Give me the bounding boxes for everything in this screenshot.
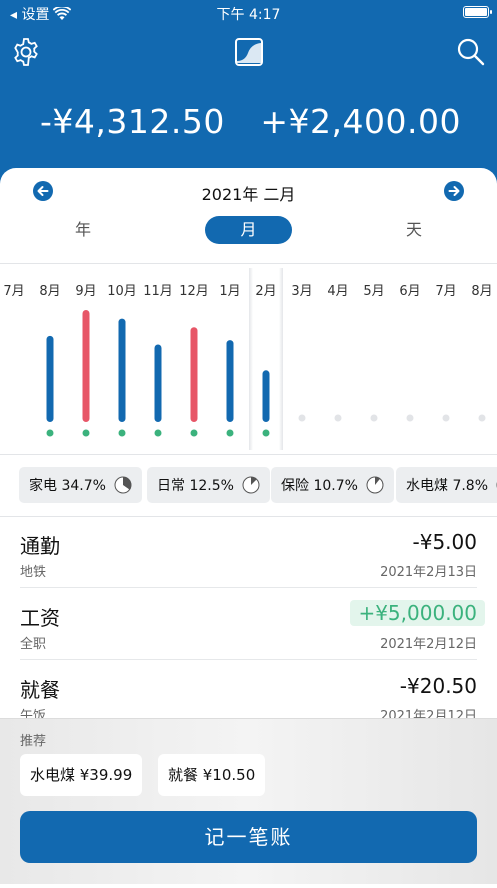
tab-year[interactable]: 年 (40, 216, 126, 244)
category-chip[interactable]: 家电 34.7% (19, 467, 142, 503)
chart-dot-empty (298, 414, 306, 422)
transaction-subtitle: 全职 (20, 637, 47, 652)
chart-dot (154, 429, 162, 437)
divider (0, 454, 497, 455)
chart-dot-empty (406, 414, 414, 422)
period-title: 2021年 二月 (201, 185, 296, 204)
search-icon[interactable] (455, 36, 487, 68)
transaction-date: 2021年2月13日 (380, 565, 477, 580)
category-chip[interactable]: 水电煤 7.8% (396, 467, 497, 503)
status-time: 下午 4:17 (216, 7, 281, 23)
chart-dot (118, 429, 126, 437)
category-chip[interactable]: 保险 10.7% (271, 467, 394, 503)
category-chip-label: 家电 34.7% (29, 478, 106, 494)
tab-month[interactable]: 月 (205, 216, 292, 244)
chart-month-label: 8月 (471, 284, 492, 299)
category-chip[interactable]: 日常 12.5% (147, 467, 270, 503)
chart-dot-empty (370, 414, 378, 422)
category-chip-label: 水电煤 7.8% (406, 478, 489, 494)
chart-bar (226, 340, 234, 422)
chart-dot (262, 429, 270, 437)
pie-icon (242, 476, 260, 494)
transaction-row[interactable]: 工资 全职 +¥5,000.00 2021年2月12日 (0, 588, 497, 660)
chart-month-label: 8月 (39, 284, 60, 299)
suggestion-chip[interactable]: 就餐 ¥10.50 (158, 754, 266, 796)
transaction-amount: +¥5,000.00 (350, 600, 485, 626)
transaction-date: 2021年2月12日 (380, 637, 477, 652)
chart-month-label: 7月 (3, 284, 24, 299)
battery-icon (463, 6, 492, 18)
pie-icon (366, 476, 384, 494)
chart-dot (82, 429, 90, 437)
chart-bar (46, 335, 54, 422)
transaction-subtitle: 地铁 (20, 565, 47, 580)
chart-month-label: 6月 (399, 284, 420, 299)
transaction-amount: -¥20.50 (399, 674, 477, 698)
monthly-chart[interactable]: 7月8月9月10月11月12月1月2月3月4月5月6月7月8月9月 (0, 268, 497, 450)
transaction-amount: -¥5.00 (412, 530, 477, 554)
category-chip-label: 日常 12.5% (157, 478, 234, 494)
chart-month-label: 12月 (179, 284, 209, 299)
chart-icon[interactable] (233, 36, 265, 68)
chart-bar (154, 344, 162, 422)
add-record-button[interactable]: 记一笔账 (20, 811, 477, 863)
chart-month-label: 4月 (327, 284, 348, 299)
chart-bar (190, 327, 198, 422)
transaction-title: 工资 (20, 606, 60, 630)
next-period-button[interactable] (444, 181, 464, 201)
chart-month-label: 2月 (255, 284, 276, 299)
tab-day[interactable]: 天 (371, 216, 457, 244)
chart-month-label: 7月 (435, 284, 456, 299)
transaction-title: 就餐 (20, 678, 60, 702)
chart-month-label: 11月 (143, 284, 173, 299)
chart-month-label: 5月 (363, 284, 384, 299)
category-chips: 家电 34.7% 日常 12.5% 保险 10.7% 水电煤 7.8% (0, 467, 497, 503)
chart-bar (82, 310, 90, 422)
total-income: +¥2,400.00 (260, 102, 461, 141)
chart-bar (118, 318, 126, 422)
suggestions-label: 推荐 (20, 734, 47, 749)
divider (0, 263, 497, 264)
transaction-title: 通勤 (20, 534, 60, 558)
chart-dot-empty (334, 414, 342, 422)
suggestion-chip[interactable]: 水电煤 ¥39.99 (20, 754, 143, 796)
chart-dot-empty (478, 414, 486, 422)
chart-dot (190, 429, 198, 437)
pie-icon (114, 476, 132, 494)
monthly-chart-svg: 7月8月9月10月11月12月1月2月3月4月5月6月7月8月9月 (3, 268, 493, 450)
chart-dot (46, 429, 54, 437)
chart-bar (262, 370, 270, 422)
chart-dot-empty (442, 414, 450, 422)
chart-month-label: 10月 (107, 284, 137, 299)
chart-month-label: 1月 (219, 284, 240, 299)
arrow-right-icon (448, 186, 460, 196)
chart-month-label: 9月 (75, 284, 96, 299)
quick-add-panel: 推荐 水电煤 ¥39.99 就餐 ¥10.50 记一笔账 (0, 718, 497, 884)
chart-dot (226, 429, 234, 437)
transaction-row[interactable]: 通勤 地铁 -¥5.00 2021年2月13日 (0, 516, 497, 588)
category-chip-label: 保险 10.7% (281, 478, 358, 494)
chart-month-label: 3月 (291, 284, 312, 299)
gear-icon[interactable] (10, 36, 42, 68)
total-expense: -¥4,312.50 (40, 102, 225, 141)
status-bar: ◂ 设置 下午 4:17 (0, 0, 497, 26)
